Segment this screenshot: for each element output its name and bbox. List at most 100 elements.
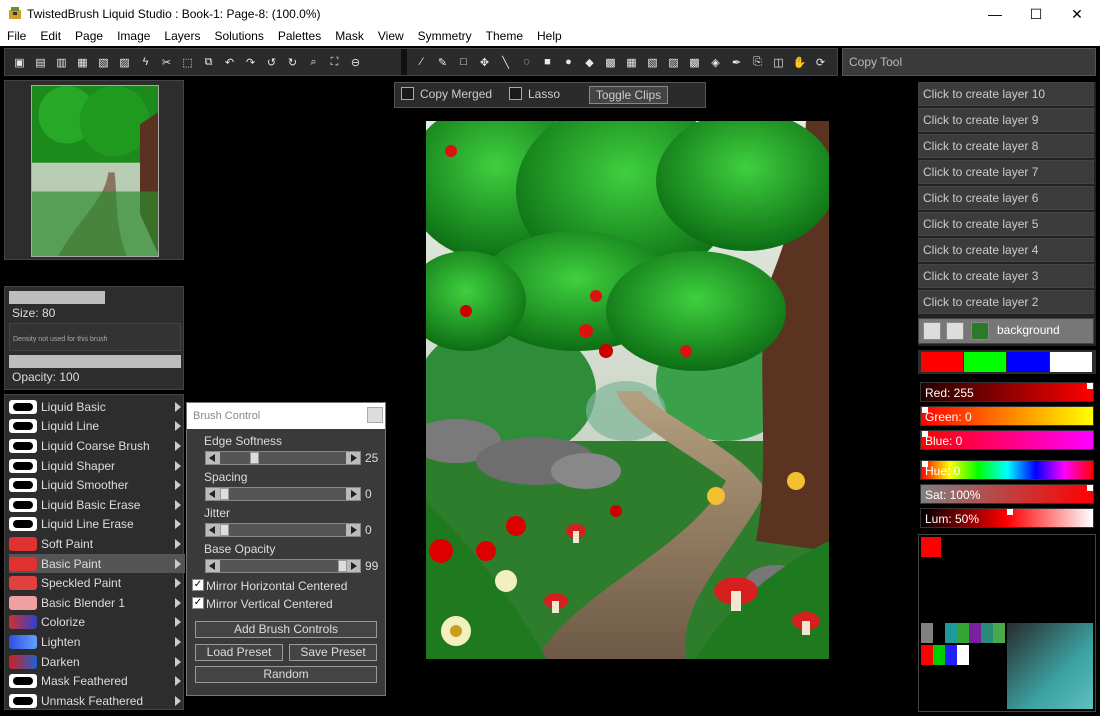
copy-icon[interactable]: ⧉ bbox=[198, 51, 219, 73]
color-mixer-area[interactable] bbox=[1007, 623, 1093, 709]
expand-arrow-icon[interactable] bbox=[175, 519, 181, 530]
brush-item[interactable]: Liquid Basic Erase bbox=[9, 495, 185, 515]
brush-item[interactable]: Mask Feathered bbox=[9, 671, 185, 691]
brush-item[interactable]: Unmask Feathered bbox=[9, 691, 185, 711]
palette-chip[interactable] bbox=[993, 623, 1005, 643]
close-button[interactable]: ✕ bbox=[1054, 0, 1100, 28]
rectangle-icon[interactable]: ■ bbox=[537, 51, 558, 73]
menu-mask[interactable]: Mask bbox=[328, 28, 371, 46]
brush-item[interactable]: Liquid Coarse Brush bbox=[9, 436, 185, 456]
brush-item[interactable]: Liquid Line Erase bbox=[9, 515, 185, 535]
expand-arrow-icon[interactable] bbox=[175, 597, 181, 608]
lasso-checkbox[interactable] bbox=[509, 87, 522, 100]
brush-setting-slider[interactable] bbox=[205, 487, 361, 501]
brush-item[interactable]: Colorize bbox=[9, 613, 185, 633]
menu-layers[interactable]: Layers bbox=[157, 28, 207, 46]
palette-chip[interactable] bbox=[945, 623, 957, 643]
redo-icon[interactable]: ↻ bbox=[282, 51, 303, 73]
brush-item[interactable]: Liquid Basic bbox=[9, 397, 185, 417]
save-preset-button[interactable]: Save Preset bbox=[289, 644, 377, 661]
menu-help[interactable]: Help bbox=[530, 28, 569, 46]
create-layer-button[interactable]: Click to create layer 8 bbox=[918, 134, 1094, 158]
lum-slider[interactable]: Lum: 50% bbox=[920, 508, 1094, 528]
expand-arrow-icon[interactable] bbox=[175, 637, 181, 648]
hand-icon[interactable]: ✋ bbox=[789, 51, 810, 73]
navigator-thumbnail[interactable] bbox=[31, 85, 159, 257]
brush-item[interactable]: Lighten bbox=[9, 632, 185, 652]
menu-symmetry[interactable]: Symmetry bbox=[411, 28, 479, 46]
slider-left-arrow-icon[interactable] bbox=[206, 524, 220, 536]
reset-icon[interactable]: ⟳ bbox=[810, 51, 831, 73]
slider-left-arrow-icon[interactable] bbox=[206, 452, 220, 464]
brush-item[interactable]: Soft Paint bbox=[9, 534, 185, 554]
create-layer-button[interactable]: Click to create layer 10 bbox=[918, 82, 1094, 106]
menu-solutions[interactable]: Solutions bbox=[207, 28, 270, 46]
brush-item[interactable]: Basic Paint bbox=[9, 553, 185, 574]
brush-setting-slider[interactable] bbox=[205, 559, 361, 573]
rect-select-icon[interactable]: □ bbox=[453, 51, 474, 73]
lightning-icon[interactable]: ϟ bbox=[135, 51, 156, 73]
brush-control-header[interactable]: Brush Control bbox=[187, 403, 385, 429]
color-swatch[interactable] bbox=[964, 352, 1006, 372]
random-button[interactable]: Random bbox=[195, 666, 377, 683]
slider-thumb[interactable] bbox=[220, 488, 229, 500]
save-as-icon[interactable]: ▤ bbox=[30, 51, 51, 73]
expand-arrow-icon[interactable] bbox=[175, 578, 181, 589]
brush-setting-slider[interactable] bbox=[205, 451, 361, 465]
gradient-icon[interactable]: ▩ bbox=[600, 51, 621, 73]
brush-item[interactable]: Liquid Line bbox=[9, 417, 185, 437]
lum-slider-marker[interactable] bbox=[1007, 509, 1013, 515]
create-layer-button[interactable]: Click to create layer 3 bbox=[918, 264, 1094, 288]
color-swatch[interactable] bbox=[1050, 352, 1092, 372]
create-layer-button[interactable]: Click to create layer 7 bbox=[918, 160, 1094, 184]
expand-arrow-icon[interactable] bbox=[175, 480, 181, 491]
line-icon[interactable]: ╲ bbox=[495, 51, 516, 73]
palette-chip[interactable] bbox=[957, 623, 969, 643]
create-layer-button[interactable]: Click to create layer 6 bbox=[918, 186, 1094, 210]
eye-icon[interactable] bbox=[923, 322, 941, 340]
create-layer-button[interactable]: Click to create layer 4 bbox=[918, 238, 1094, 262]
palette-chip[interactable] bbox=[945, 645, 957, 665]
palette-chip[interactable] bbox=[933, 623, 945, 643]
opacity-bar[interactable] bbox=[9, 355, 181, 368]
brush-item[interactable]: Speckled Paint bbox=[9, 573, 185, 593]
copy-merged-checkbox[interactable] bbox=[401, 87, 414, 100]
lock-icon[interactable] bbox=[946, 322, 964, 340]
brush-item[interactable]: Basic Blender 1 bbox=[9, 593, 185, 613]
minimize-button[interactable]: — bbox=[972, 0, 1018, 28]
menu-edit[interactable]: Edit bbox=[33, 28, 68, 46]
green-slider[interactable]: Green: 0 bbox=[920, 406, 1094, 426]
create-layer-button[interactable]: Click to create layer 2 bbox=[918, 290, 1094, 314]
slider-right-arrow-icon[interactable] bbox=[346, 488, 360, 500]
page-icon[interactable]: ▥ bbox=[51, 51, 72, 73]
slider-thumb[interactable] bbox=[337, 560, 347, 572]
brush-item[interactable]: Darken bbox=[9, 652, 185, 672]
palette-chip[interactable] bbox=[957, 645, 969, 665]
slider-right-arrow-icon[interactable] bbox=[346, 452, 360, 464]
slider-left-arrow-icon[interactable] bbox=[206, 560, 220, 572]
palette-chip[interactable] bbox=[921, 645, 933, 665]
zoom-out-icon[interactable]: ⊖ bbox=[345, 51, 366, 73]
menu-palettes[interactable]: Palettes bbox=[271, 28, 328, 46]
menu-image[interactable]: Image bbox=[110, 28, 157, 46]
page-dup-icon[interactable]: ▨ bbox=[114, 51, 135, 73]
create-layer-button[interactable]: Click to create layer 5 bbox=[918, 212, 1094, 236]
slider-left-arrow-icon[interactable] bbox=[206, 488, 220, 500]
ellipse-icon[interactable]: ● bbox=[558, 51, 579, 73]
rotate-left-icon[interactable]: ↶ bbox=[219, 51, 240, 73]
slider-thumb[interactable] bbox=[220, 524, 229, 536]
slider-right-arrow-icon[interactable] bbox=[346, 524, 360, 536]
hue-slider[interactable]: Hue: 0 bbox=[920, 460, 1094, 480]
checker-2-icon[interactable]: ▧ bbox=[642, 51, 663, 73]
brush-item[interactable]: Liquid Smoother bbox=[9, 475, 185, 495]
expand-arrow-icon[interactable] bbox=[175, 695, 181, 706]
expand-arrow-icon[interactable] bbox=[175, 441, 181, 452]
diamond-icon[interactable]: ◆ bbox=[579, 51, 600, 73]
layers-icon[interactable]: ◫ bbox=[768, 51, 789, 73]
checker-4-icon[interactable]: ▩ bbox=[684, 51, 705, 73]
page-next-icon[interactable]: ▦ bbox=[72, 51, 93, 73]
zoom-icon[interactable]: ⌕ bbox=[303, 51, 324, 73]
undo-icon[interactable]: ↺ bbox=[261, 51, 282, 73]
maximize-button[interactable]: ☐ bbox=[1013, 0, 1059, 28]
expand-arrow-icon[interactable] bbox=[175, 558, 181, 569]
